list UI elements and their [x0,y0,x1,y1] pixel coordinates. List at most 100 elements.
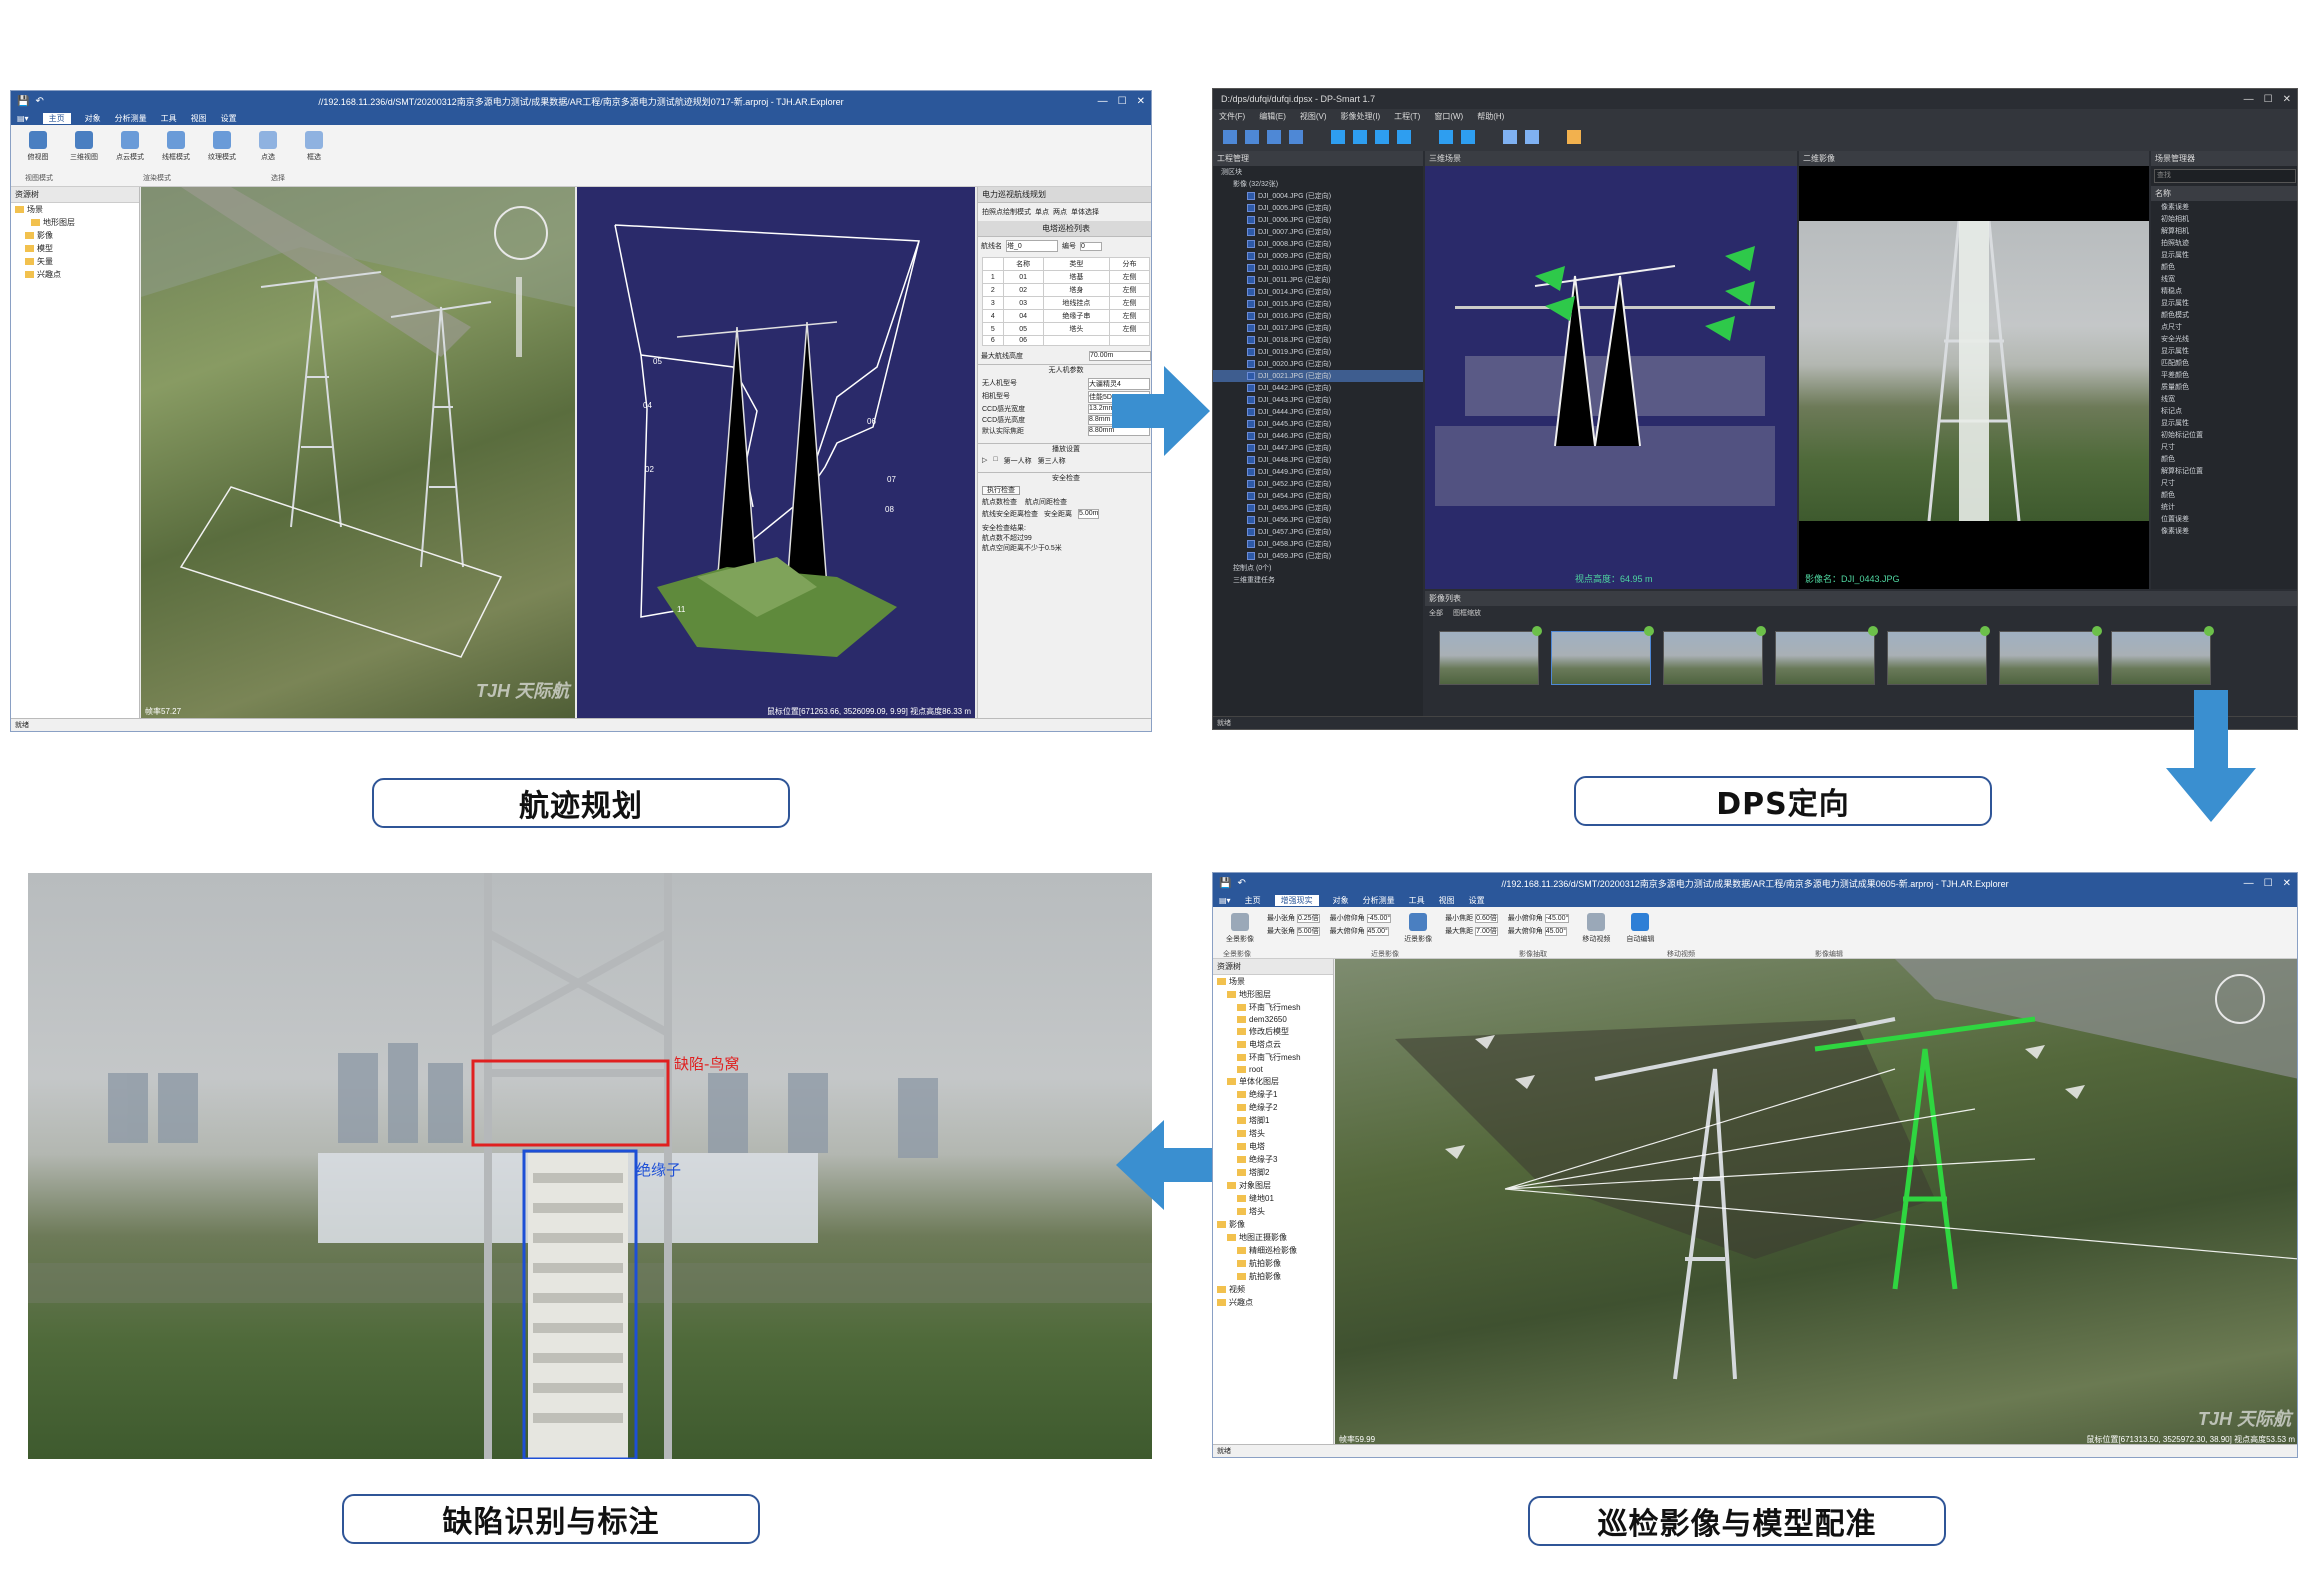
frame-zoom-option[interactable]: 图框缩放 [1453,608,1481,618]
panorama-button[interactable]: 全景影像 [1223,913,1257,952]
property-item[interactable]: 匹配颜色 [2151,357,2297,369]
route-3d-view[interactable]: 05 04 02 06 07 08 11 鼠标位置[671263.66, 352… [577,187,975,719]
file-menu-button[interactable]: ▤▾ [1219,896,1231,905]
thumbnail[interactable] [1887,626,1990,685]
property-item[interactable]: 拍照轨迹 [2151,237,2297,249]
tab-analysis[interactable]: 分析测量 [1363,895,1395,906]
property-item[interactable]: 安全光线 [2151,333,2297,345]
min-pitch-input[interactable]: -45.00° [1366,914,1392,923]
tab-settings[interactable]: 设置 [1469,895,1485,906]
first-person-radio[interactable]: 第一人称 [1004,456,1032,466]
image-2d-view[interactable]: 二维影像 影像名：DJI_0443.JPG [1799,151,2149,589]
run-check-button[interactable]: 执行检查 [982,486,1020,495]
tree-item[interactable]: dem32650 [1213,1014,1333,1025]
grid-icon[interactable] [1397,130,1411,144]
new-icon[interactable] [1245,130,1259,144]
property-item[interactable]: 尺寸 [2151,441,2297,453]
menu-project[interactable]: 工程(T) [1394,111,1420,122]
image-list-item[interactable]: DJI_0459.JPG (已定向) [1213,550,1423,562]
image-list-item[interactable]: DJI_0015.JPG (已定向) [1213,298,1423,310]
filter-all-option[interactable]: 全部 [1429,608,1443,618]
tree-item[interactable]: 塔脚2 [1213,1166,1333,1179]
tree-item[interactable]: 场景 [1213,975,1333,988]
tab-view[interactable]: 视图 [191,113,207,124]
close-icon[interactable]: ✕ [2283,94,2291,105]
registration-3d-view[interactable]: 帧率59.99 鼠标位置[671313.50, 3525972.30, 38.9… [1335,959,2297,1447]
tree-item[interactable]: root [1213,1064,1333,1075]
image-list-item[interactable]: DJI_0446.JPG (已定向) [1213,430,1423,442]
menu-window[interactable]: 窗口(W) [1434,111,1463,122]
property-item[interactable]: 像素误差 [2151,201,2297,213]
control-point-icon[interactable] [1439,130,1453,144]
waypoint-count-check[interactable]: 航点数检查 [982,497,1017,507]
tree-image-group[interactable]: 影像 (32/32张) [1213,178,1423,190]
tree-item-image[interactable]: 影像 [11,229,139,242]
image-list-item[interactable]: DJI_0449.JPG (已定向) [1213,466,1423,478]
thumbnail[interactable] [2111,626,2214,685]
property-item[interactable]: 质量颜色 [2151,381,2297,393]
image-list-item[interactable]: DJI_0447.JPG (已定向) [1213,442,1423,454]
scene-3d-view[interactable]: 三维场景 视点高度：64.95 m [1425,151,1797,589]
tree-item[interactable]: 视频 [1213,1283,1333,1296]
max-pitch-input[interactable]: 45.00° [1366,927,1389,936]
save-icon[interactable]: 💾 [1219,878,1231,889]
tab-view[interactable]: 视图 [1439,895,1455,906]
tree-item[interactable]: 航拍影像 [1213,1257,1333,1270]
tree-item-model[interactable]: 模型 [11,242,139,255]
table-row[interactable]: 4 04 绝缘子串 左侧 [982,309,1150,323]
tree-item[interactable]: 塔脚1 [1213,1114,1333,1127]
single-point-radio[interactable]: 单点 [1035,207,1049,217]
image-list-item[interactable]: DJI_0006.JPG (已定向) [1213,214,1423,226]
image-list-item[interactable]: DJI_0457.JPG (已定向) [1213,526,1423,538]
image-list-item[interactable]: DJI_0455.JPG (已定向) [1213,502,1423,514]
export-icon[interactable] [1289,130,1303,144]
box-select-button[interactable]: 框选 [297,131,331,180]
maximize-icon[interactable]: ☐ [1118,96,1127,107]
close-icon[interactable]: ✕ [2283,878,2291,889]
close-icon[interactable]: ✕ [1137,96,1145,107]
image-list-item[interactable]: DJI_0452.JPG (已定向) [1213,478,1423,490]
single-select-radio[interactable]: 单体选择 [1071,207,1099,217]
thumbnail[interactable] [1439,626,1542,685]
tab-object[interactable]: 对象 [1333,895,1349,906]
image-list-item[interactable]: DJI_0004.JPG (已定向) [1213,190,1423,202]
moving-video-button[interactable]: 移动视频 [1579,913,1613,952]
undo-icon[interactable]: ↶ [1237,878,1245,889]
image-list-item[interactable]: DJI_0011.JPG (已定向) [1213,274,1423,286]
property-item[interactable]: 颜色 [2151,489,2297,501]
stop-icon[interactable]: □ [993,456,997,466]
tree-item[interactable]: 兴趣点 [1213,1296,1333,1309]
file-menu-button[interactable]: ▤▾ [17,114,29,123]
menu-edit[interactable]: 编辑(E) [1259,111,1286,122]
tree-item-vector[interactable]: 矢量 [11,255,139,268]
tree-item[interactable]: 塔头 [1213,1205,1333,1218]
waypoint-spacing-check[interactable]: 航点间距检查 [1025,497,1067,507]
max-height-input[interactable]: 70.00m [1089,351,1151,361]
tree-item-terrain[interactable]: 地形图层 [11,216,139,229]
tree-item[interactable]: 电塔 [1213,1140,1333,1153]
open-icon[interactable] [1223,130,1237,144]
property-item[interactable]: 解算标记位置 [2151,465,2297,477]
property-item[interactable]: 平差颜色 [2151,369,2297,381]
link-icon[interactable] [1567,130,1581,144]
measure-icon[interactable] [1461,130,1475,144]
image-list-item[interactable]: DJI_0021.JPG (已定向) [1213,370,1423,382]
property-item[interactable]: 显示属性 [2151,297,2297,309]
image-list-item[interactable]: DJI_0016.JPG (已定向) [1213,310,1423,322]
image-list-item[interactable]: DJI_0458.JPG (已定向) [1213,538,1423,550]
safe-distance-input[interactable]: 5.00m [1078,509,1100,519]
tree-item[interactable]: 缝地01 [1213,1192,1333,1205]
property-item[interactable]: 初始标记位置 [2151,429,2297,441]
property-item[interactable]: 标记点 [2151,405,2297,417]
thumbnail[interactable] [1999,626,2102,685]
menu-view[interactable]: 视图(V) [1300,111,1327,122]
tree-item[interactable]: 地图正摄影像 [1213,1231,1333,1244]
property-item[interactable]: 尺寸 [2151,477,2297,489]
index-input[interactable]: 0 [1080,241,1102,251]
property-item[interactable]: 初始相机 [2151,213,2297,225]
image-list-item[interactable]: DJI_0443.JPG (已定向) [1213,394,1423,406]
match-icon[interactable] [1331,130,1345,144]
cloud-icon[interactable] [1525,130,1539,144]
table-row[interactable]: 5 05 塔头 左侧 [982,322,1150,336]
orient-icon[interactable] [1353,130,1367,144]
